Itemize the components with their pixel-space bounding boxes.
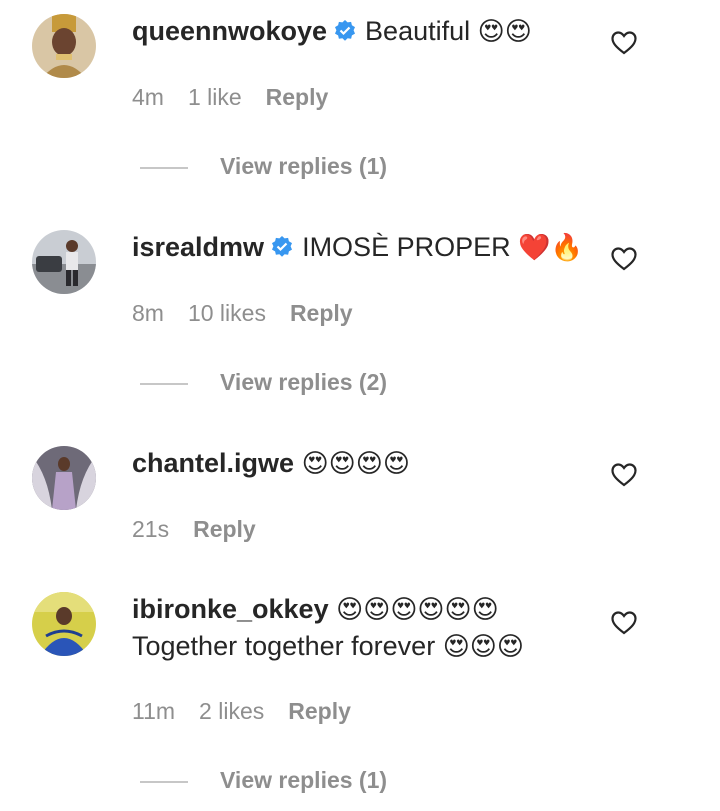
like-count[interactable]: 1 like <box>188 84 242 110</box>
comment-text-line2: Together together forever 😍😍😍 <box>132 629 524 663</box>
reply-button[interactable]: Reply <box>288 698 351 724</box>
view-replies-button[interactable]: View replies (1) <box>140 767 387 794</box>
reply-button[interactable]: Reply <box>290 300 353 326</box>
replies-divider <box>140 382 188 385</box>
avatar[interactable] <box>32 230 96 294</box>
timestamp: 11m <box>132 698 176 724</box>
emoji-group: 😍😍 <box>477 16 532 46</box>
comment-item: isrealdmw IMOSÈ PROPER ❤️🔥 8m 10 likes Repl… <box>0 230 720 420</box>
replies-divider <box>140 780 188 783</box>
comment-item: queennwokoye Beautiful 😍😍 4m 1 like Reply V… <box>0 14 720 204</box>
verified-badge-icon <box>335 20 356 41</box>
avatar[interactable] <box>32 14 96 78</box>
timestamp: 4m <box>132 84 164 110</box>
replies-divider <box>140 166 188 169</box>
like-heart-icon[interactable] <box>611 31 637 55</box>
verified-badge-icon <box>272 236 293 257</box>
view-replies-button[interactable]: View replies (2) <box>140 369 387 396</box>
timestamp: 8m <box>132 300 164 326</box>
like-heart-icon[interactable] <box>611 463 637 487</box>
avatar[interactable] <box>32 592 96 656</box>
reply-button[interactable]: Reply <box>193 516 256 542</box>
emoji-group: 😍😍😍😍 <box>301 448 410 478</box>
comment-meta: 8m 10 likes Reply <box>132 300 377 327</box>
like-heart-icon[interactable] <box>611 247 637 271</box>
comment-meta: 21s Reply <box>132 516 280 543</box>
comment-text: ibironke_okkey 😍😍😍😍😍😍 <box>132 592 499 626</box>
comment-text: isrealdmw IMOSÈ PROPER ❤️🔥 <box>132 230 583 264</box>
comment-body: Together together forever <box>132 631 436 661</box>
reply-button[interactable]: Reply <box>266 84 329 110</box>
like-count[interactable]: 10 likes <box>188 300 266 326</box>
view-replies-label[interactable]: View replies (1) <box>220 153 387 179</box>
username[interactable]: queennwokoye <box>132 16 327 46</box>
comment-body: Beautiful <box>365 16 471 46</box>
comment-text: chantel.igwe 😍😍😍😍 <box>132 446 410 480</box>
view-replies-button[interactable]: View replies (1) <box>140 153 387 180</box>
avatar[interactable] <box>32 446 96 510</box>
emoji-group: 😍😍😍 <box>442 631 525 661</box>
username[interactable]: isrealdmw <box>132 232 264 262</box>
username[interactable]: ibironke_okkey <box>132 594 329 624</box>
comment-item: chantel.igwe 😍😍😍😍 21s Reply <box>0 446 720 556</box>
emoji-group: ❤️🔥 <box>518 232 583 262</box>
like-count[interactable]: 2 likes <box>199 698 264 724</box>
comment-text: queennwokoye Beautiful 😍😍 <box>132 14 532 48</box>
username[interactable]: chantel.igwe <box>132 448 294 478</box>
timestamp: 21s <box>132 516 170 542</box>
view-replies-label[interactable]: View replies (2) <box>220 369 387 395</box>
comment-item: ibironke_okkey 😍😍😍😍😍😍 Together together … <box>0 592 720 807</box>
comment-body: IMOSÈ PROPER <box>302 232 511 262</box>
comment-meta: 11m 2 likes Reply <box>132 698 375 725</box>
like-heart-icon[interactable] <box>611 611 637 635</box>
comment-meta: 4m 1 like Reply <box>132 84 352 111</box>
view-replies-label[interactable]: View replies (1) <box>220 767 387 793</box>
emoji-group: 😍😍😍😍😍😍 <box>336 594 499 624</box>
